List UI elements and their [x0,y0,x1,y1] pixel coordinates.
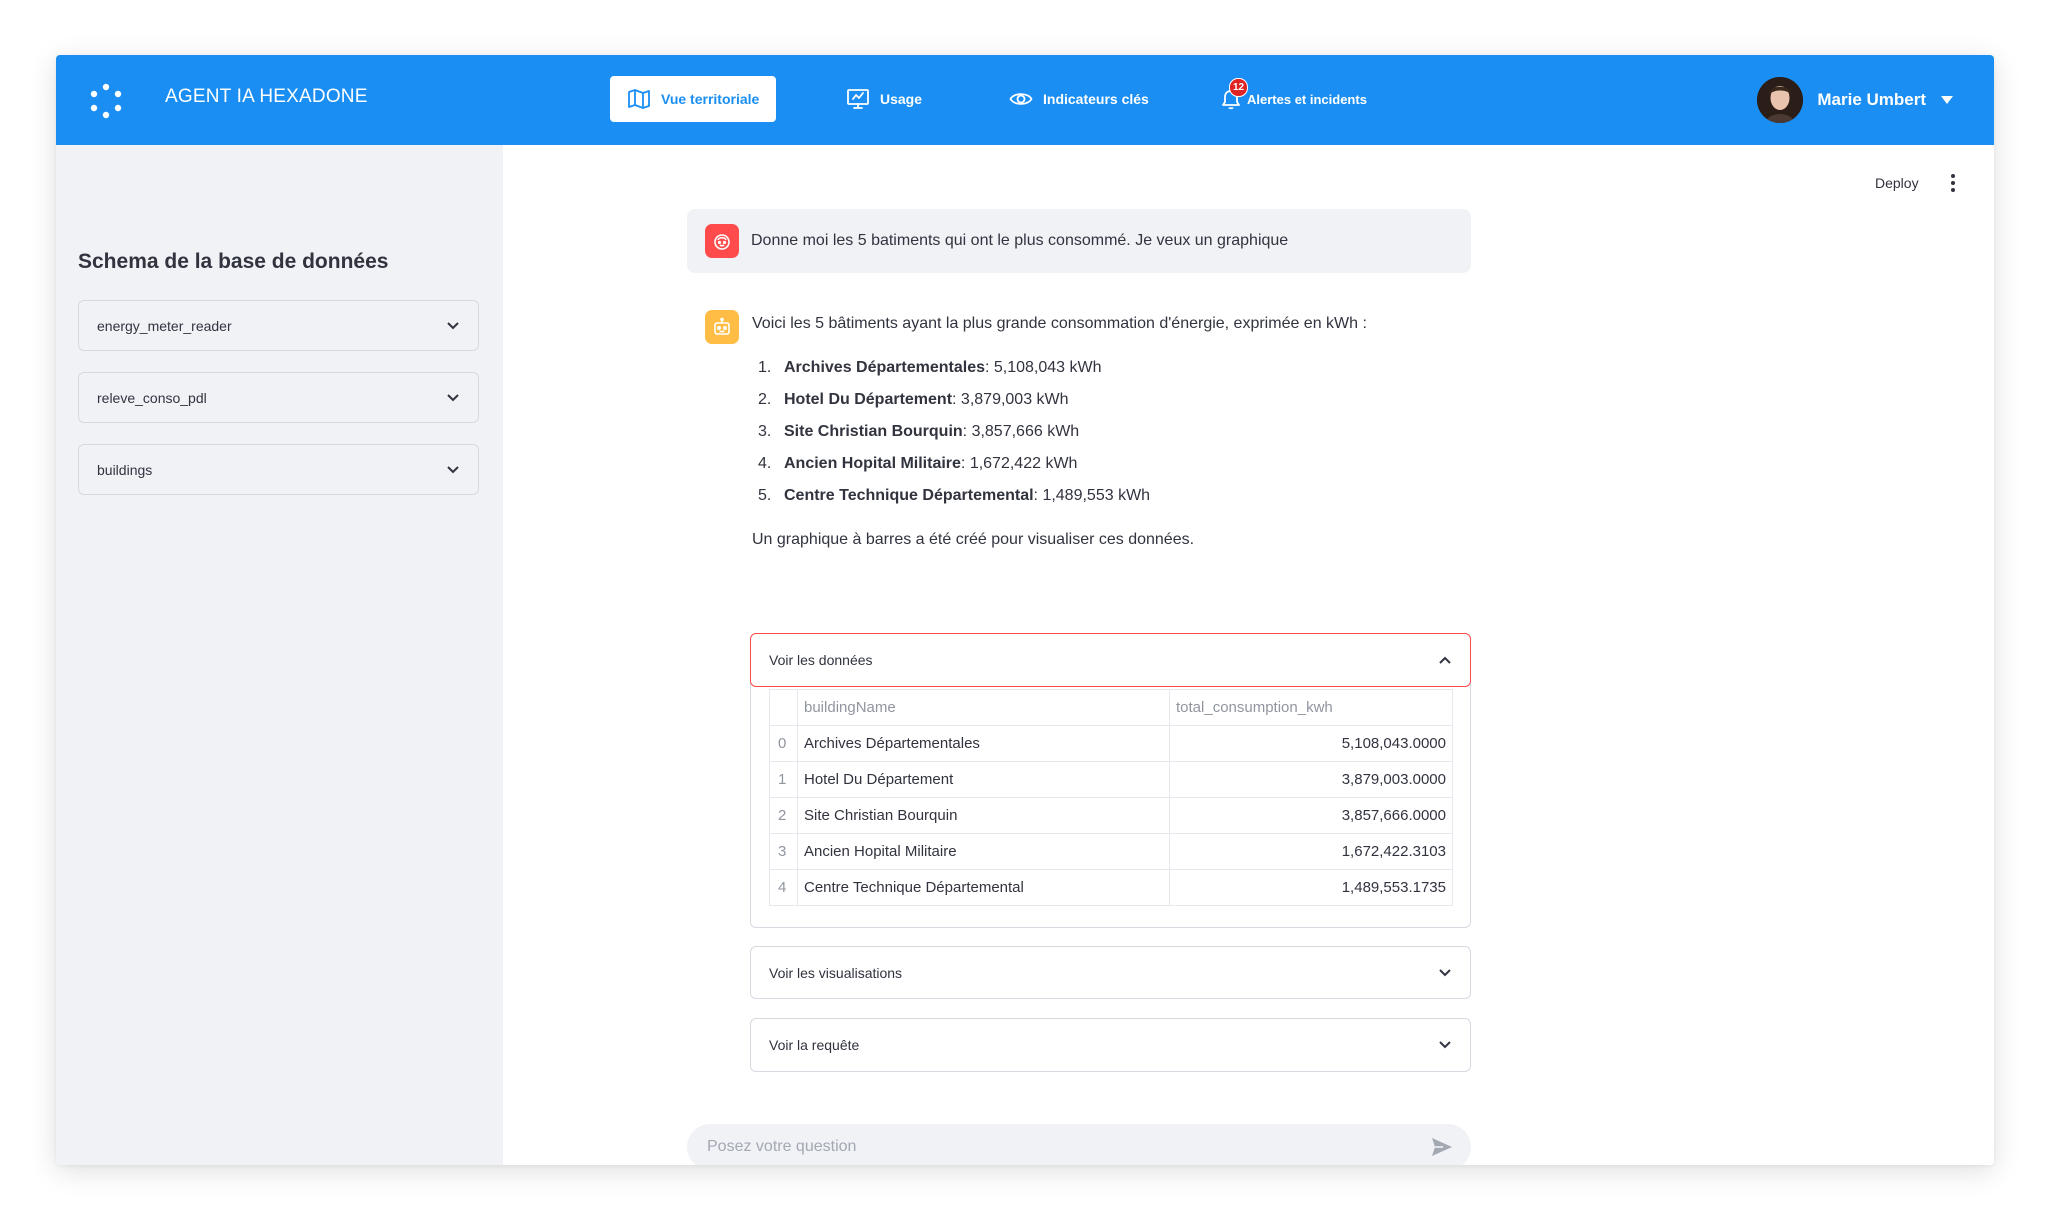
nav-label: Indicateurs clés [1043,91,1149,107]
deploy-button[interactable]: Deploy [1875,175,1919,191]
user-message-text: Donne moi les 5 batiments qui ont le plu… [751,232,1289,249]
bell-icon: 12 [1219,78,1248,111]
chat-input-bar [687,1124,1471,1165]
building-ranking-list: 1. Archives Départementales : 5,108,043 k… [752,352,1150,512]
list-item: 4. Ancien Hopital Militaire : 1,672,422 k… [758,455,1078,472]
nav-usage[interactable]: Usage [846,76,922,122]
send-icon[interactable] [1431,1137,1453,1157]
select-label: releve_conso_pdl [97,389,207,406]
user-avatar-icon [705,224,739,258]
query-expander-header[interactable]: Voir la requête [751,1019,1470,1071]
list-item: 3. Site Christian Bourquin : 3,857,666 kW… [758,423,1080,440]
consumption-cell[interactable]: 1,672,422.3103 [1169,833,1453,870]
nav-label: Alertes et incidents [1247,91,1367,107]
list-item: 2. Hotel Du Département : 3,879,003 kWh [758,391,1069,408]
select-label: energy_meter_reader [97,317,232,334]
main-content: Deploy Donne moi les 5 batiments qui ont… [503,145,1994,1165]
expander-label: Voir les visualisations [769,965,903,981]
hexadone-logo-icon[interactable] [88,83,124,119]
map-icon [628,89,650,109]
building-name-cell[interactable]: Ancien Hopital Militaire [797,833,1170,870]
row-index: 2 [769,797,798,834]
chevron-down-icon [1439,969,1451,977]
eye-icon [1009,93,1033,105]
row-index: 4 [769,869,798,906]
table-select-releve-conso-pdl[interactable]: releve_conso_pdl [78,372,479,423]
chevron-down-icon [447,393,459,401]
sidebar: Schema de la base de données energy_mete… [56,145,503,1165]
sidebar-title: Schema de la base de données [78,250,389,273]
assistant-outro-text: Un graphique à barres a été créé pour vi… [752,531,1195,548]
alert-count-badge: 12 [1229,78,1248,97]
data-expander: Voir les données buildingName total_cons… [750,633,1471,928]
building-name-cell[interactable]: Site Christian Bourquin [797,797,1170,834]
chevron-up-icon [1439,656,1451,664]
assistant-avatar-icon [705,310,739,344]
table-select-energy-meter-reader[interactable]: energy_meter_reader [78,300,479,351]
app-window: AGENT IA HEXADONE Vue territoriale Usage… [56,55,1994,1165]
nav-label: Usage [880,91,923,107]
data-table[interactable]: buildingName total_consumption_kwh 0 Arc… [769,689,1453,906]
query-expander[interactable]: Voir la requête [750,1018,1471,1072]
row-index: 1 [769,761,798,798]
table-row: 4 Centre Technique Départemental 1,489,5… [769,869,1453,906]
assistant-intro-text: Voici les 5 bâtiments ayant la plus gran… [752,315,1367,332]
consumption-cell[interactable]: 3,879,003.0000 [1169,761,1453,798]
data-expander-header[interactable]: Voir les données [750,633,1471,687]
table-row: 1 Hotel Du Département 3,879,003.0000 [769,761,1453,798]
table-select-buildings[interactable]: buildings [78,444,479,495]
building-name-cell[interactable]: Hotel Du Département [797,761,1170,798]
app-title: AGENT IA HEXADONE [165,86,368,107]
avatar [1757,77,1804,123]
table-row: 2 Site Christian Bourquin 3,857,666.0000 [769,797,1453,834]
building-name-cell[interactable]: Archives Départementales [797,725,1170,762]
index-header [769,689,798,726]
consumption-cell[interactable]: 3,857,666.0000 [1169,797,1453,834]
nav-indicateurs-cles[interactable]: Indicateurs clés [1009,76,1149,122]
building-name-cell[interactable]: Centre Technique Départemental [797,869,1170,906]
expander-label: Voir les données [769,652,873,668]
question-input[interactable] [705,1137,1389,1157]
chevron-down-icon [1439,1041,1451,1049]
column-header[interactable]: total_consumption_kwh [1169,689,1453,726]
expander-label: Voir la requête [769,1037,860,1053]
table-row: 0 Archives Départementales 5,108,043.000… [769,725,1453,762]
consumption-cell[interactable]: 1,489,553.1735 [1169,869,1453,906]
user-menu[interactable]: Marie Umbert [1757,76,1954,124]
list-item: 1. Archives Départementales : 5,108,043 k… [758,359,1102,376]
list-item: 5. Centre Technique Départemental : 1,489… [758,487,1151,504]
visualisations-expander[interactable]: Voir les visualisations [750,946,1471,999]
table-header-row: buildingName total_consumption_kwh [769,689,1453,726]
top-navigation-bar: AGENT IA HEXADONE Vue territoriale Usage… [56,55,1994,145]
column-header[interactable]: buildingName [797,689,1170,726]
visualisations-expander-header[interactable]: Voir les visualisations [751,947,1470,999]
nav-vue-territoriale[interactable]: Vue territoriale [610,76,777,122]
select-label: buildings [97,461,153,478]
consumption-cell[interactable]: 5,108,043.0000 [1169,725,1453,762]
row-index: 3 [769,833,798,870]
chevron-down-icon [447,465,459,473]
nav-alertes-incidents[interactable]: 12 Alertes et incidents [1219,76,1367,122]
monitor-chart-icon [847,89,869,109]
chevron-down-icon [447,321,459,329]
user-message: Donne moi les 5 batiments qui ont le plu… [687,209,1471,273]
caret-down-icon [1941,96,1953,104]
nav-label: Vue territoriale [661,91,760,107]
table-row: 3 Ancien Hopital Militaire 1,672,422.310… [769,833,1453,870]
user-name: Marie Umbert [1817,90,1926,109]
more-options-icon[interactable] [1949,171,1957,193]
row-index: 0 [769,725,798,762]
